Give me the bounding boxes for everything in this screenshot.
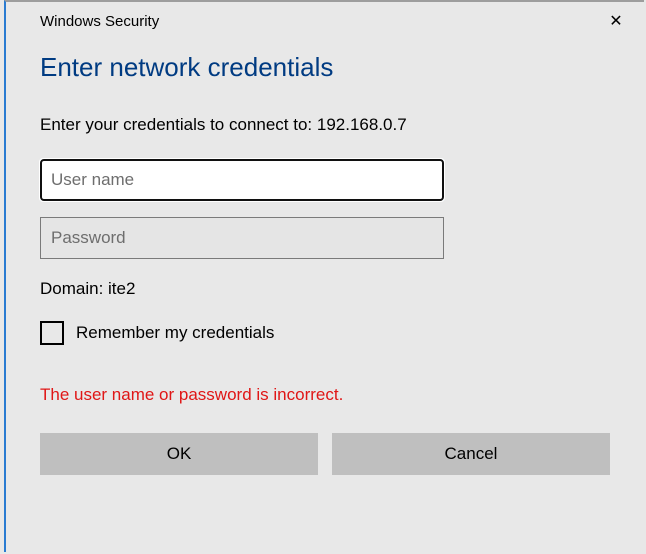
titlebar: Windows Security ✕ — [6, 2, 644, 40]
remember-label: Remember my credentials — [76, 323, 274, 343]
username-input[interactable] — [40, 159, 444, 201]
credential-fields — [40, 159, 610, 259]
close-icon[interactable]: ✕ — [594, 6, 638, 36]
ok-button[interactable]: OK — [40, 433, 318, 475]
cancel-button[interactable]: Cancel — [332, 433, 610, 475]
error-message: The user name or password is incorrect. — [40, 385, 610, 405]
security-dialog: Windows Security ✕ Enter network credent… — [4, 0, 644, 552]
button-row: OK Cancel — [40, 433, 610, 475]
remember-checkbox[interactable] — [40, 321, 64, 345]
page-heading: Enter network credentials — [40, 52, 610, 83]
dialog-title: Windows Security — [40, 13, 159, 30]
remember-row: Remember my credentials — [40, 321, 610, 345]
password-input[interactable] — [40, 217, 444, 259]
domain-label: Domain: ite2 — [40, 279, 610, 299]
instruction-text: Enter your credentials to connect to: 19… — [40, 115, 610, 135]
dialog-content: Enter network credentials Enter your cre… — [6, 40, 644, 475]
